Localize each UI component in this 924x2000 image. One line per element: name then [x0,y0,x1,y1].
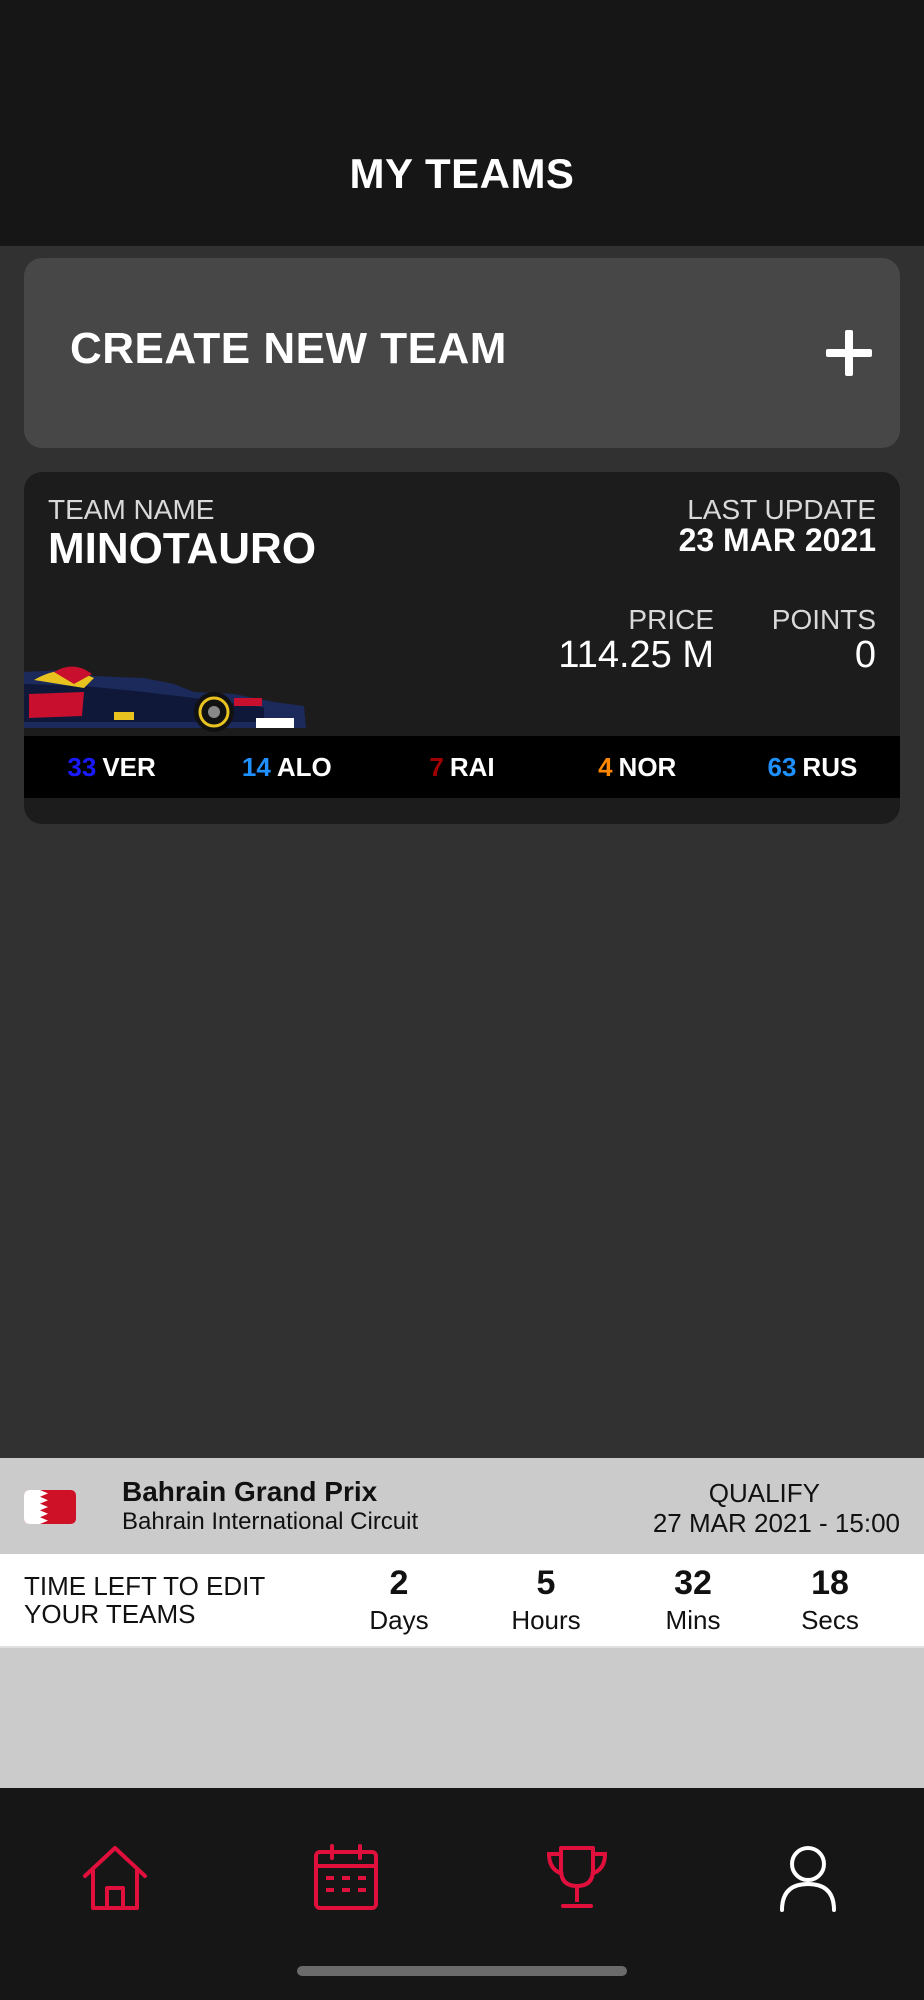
driver-code: RUS [802,751,858,782]
create-new-team-label: CREATE NEW TEAM [70,324,507,373]
profile-icon [780,1846,836,1912]
last-update-value: 23 MAR 2021 [678,522,876,558]
driver-rai: 7 RAI [374,752,549,783]
hours-value: 5 [536,1564,556,1602]
driver-rus: 63 RUS [725,752,900,783]
days-value: 2 [389,1564,409,1602]
next-race-panel: Bahrain Grand Prix Bahrain International… [0,1458,924,1788]
driver-number: 7 [429,751,444,782]
top-header: MY TEAMS [0,0,924,246]
driver-number: 63 [767,751,797,782]
countdown-secs: 18 Secs [765,1564,895,1636]
tab-home[interactable] [75,1838,155,1918]
session-label: QUALIFY [708,1478,820,1508]
driver-ver: 33 VER [24,752,199,783]
mins-value: 32 [674,1564,712,1602]
calendar-icon [314,1844,378,1910]
hours-label: Hours [511,1605,581,1635]
countdown-hours: 5 Hours [481,1564,611,1636]
driver-code: RAI [449,751,495,782]
driver-number: 4 [598,751,613,782]
create-new-team-button[interactable]: CREATE NEW TEAM [24,258,900,448]
team-name: MINOTAURO [48,524,317,573]
plus-icon [826,330,872,376]
driver-code: VER [102,751,156,782]
mins-label: Mins [665,1605,721,1635]
points-value: 0 [854,634,876,676]
countdown-days: 2 Days [334,1564,464,1636]
price-label: PRICE [628,604,714,635]
driver-code: ALO [276,751,332,782]
driver-number: 33 [67,751,97,782]
tab-leaderboard[interactable] [537,1838,617,1918]
drivers-bar: 33 VER 14 ALO 7 RAI 4 NOR 63 RUS [24,736,900,798]
tab-calendar[interactable] [306,1838,386,1918]
race-info[interactable]: Bahrain Grand Prix Bahrain International… [0,1458,924,1554]
team-name-label: TEAM NAME [48,494,215,525]
price-value: 114.25 M [558,634,714,676]
driver-alo: 14 ALO [199,752,374,783]
circuit-name: Bahrain International Circuit [122,1508,419,1535]
driver-code: NOR [618,751,677,782]
page-title: MY TEAMS [349,150,575,197]
driver-number: 14 [241,751,271,782]
bahrain-flag-icon [24,1490,76,1524]
secs-value: 18 [811,1564,849,1602]
session-datetime: 27 MAR 2021 - 15:00 [652,1508,900,1538]
trophy-icon [546,1846,608,1908]
team-card[interactable]: TEAM NAME MINOTAURO LAST UPDATE 23 MAR 2… [24,472,900,824]
countdown: TIME LEFT TO EDIT YOUR TEAMS 2 Days 5 Ho… [0,1554,924,1648]
secs-label: Secs [801,1605,859,1635]
car-icon [24,666,306,732]
tab-profile[interactable] [768,1838,848,1918]
points-label: POINTS [771,604,876,635]
days-label: Days [369,1605,429,1635]
home-icon [83,1846,147,1910]
countdown-label: TIME LEFT TO EDIT YOUR TEAMS [24,1571,265,1629]
driver-nor: 4 NOR [550,752,725,783]
grand-prix-name: Bahrain Grand Prix [122,1476,378,1507]
home-indicator[interactable] [297,1966,627,1976]
countdown-mins: 32 Mins [628,1564,758,1636]
